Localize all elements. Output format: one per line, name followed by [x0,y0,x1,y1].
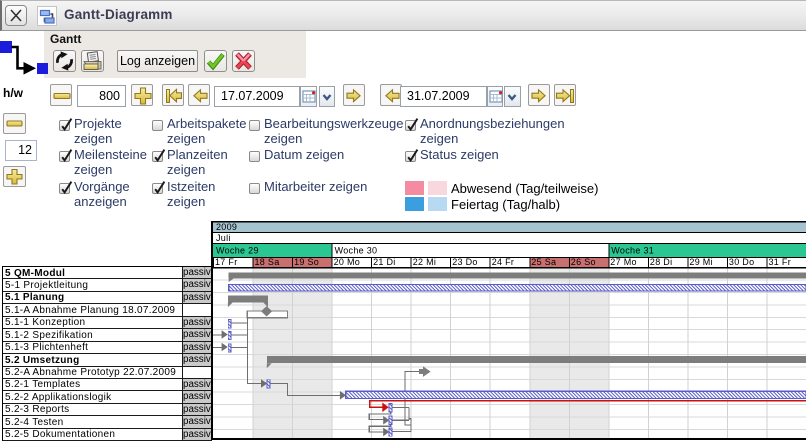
svg-text:24 Fr: 24 Fr [492,257,515,267]
svg-text:17 Fr: 17 Fr [215,257,238,267]
svg-text:22 Mi: 22 Mi [413,257,437,267]
svg-text:23 Do: 23 Do [452,257,478,267]
svg-text:2009: 2009 [216,222,237,232]
svg-text:29 Mi: 29 Mi [689,257,713,267]
svg-text:18 Sa: 18 Sa [255,257,280,267]
svg-text:Woche 31: Woche 31 [611,246,654,256]
svg-text:21 Di: 21 Di [373,257,396,267]
svg-text:31 Fr: 31 Fr [769,257,792,267]
svg-text:30 Do: 30 Do [729,257,755,267]
svg-text:19 So: 19 So [294,257,319,267]
svg-text:25 Sa: 25 Sa [531,257,556,267]
svg-text:Woche 30: Woche 30 [335,246,378,256]
svg-text:20 Mo: 20 Mo [334,257,361,267]
svg-text:Woche 29: Woche 29 [216,246,259,256]
svg-text:28 Di: 28 Di [650,257,673,267]
svg-text:27 Mo: 27 Mo [610,257,637,267]
svg-text:26 So: 26 So [571,257,596,267]
svg-text:Juli: Juli [216,233,231,243]
